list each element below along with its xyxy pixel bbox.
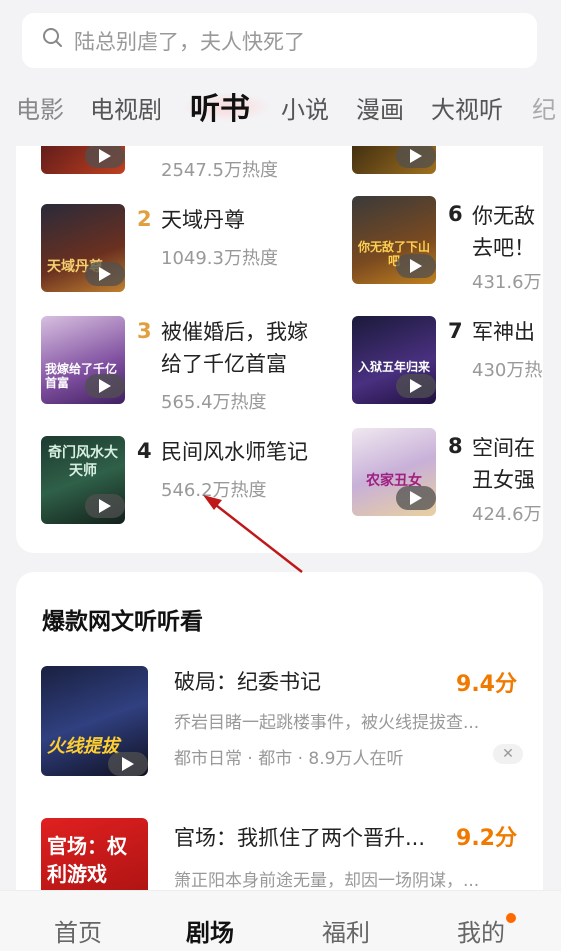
play-icon[interactable]	[85, 374, 125, 398]
play-icon[interactable]	[396, 254, 436, 278]
tab-movie[interactable]: 电影	[16, 90, 64, 125]
cover-title: 奇门风水大天师	[48, 445, 118, 479]
search-icon	[42, 27, 74, 54]
ranking-card: 2547.5万热度 天域丹尊 2 天域丹尊 1049.3万热度 我嫁给了千亿首富…	[16, 146, 543, 553]
play-icon[interactable]	[108, 752, 148, 776]
rank-number: 6	[448, 202, 463, 226]
rank-number: 3	[137, 319, 152, 343]
heat-text: 565.4万热度	[161, 392, 267, 413]
rank-item-3[interactable]: 我嫁给了千亿首富 3 被催婚后，我嫁 给了千亿首富 565.4万热度	[41, 316, 341, 413]
tab-novel[interactable]: 小说	[281, 90, 329, 125]
play-icon[interactable]	[85, 146, 125, 168]
play-icon[interactable]	[396, 374, 436, 398]
rank-title: 天域丹尊	[161, 208, 245, 232]
cover-title: 入狱五年归来	[357, 360, 430, 374]
nav-mine[interactable]: 我的	[457, 913, 505, 948]
play-icon[interactable]	[85, 494, 125, 518]
rank-item-4[interactable]: 奇门风水大天师 4 民间风水师笔记 546.2万热度	[41, 436, 341, 526]
book-title: 官场：我抓住了两个晋升...	[174, 826, 426, 850]
heat-text: 546.2万热度	[161, 480, 267, 501]
search-input[interactable]: 陆总别虐了，夫人快死了	[74, 26, 305, 56]
rank-number: 7	[448, 319, 463, 343]
book-cover	[41, 146, 125, 174]
rank-number: 2	[137, 207, 152, 231]
cover-title: 官场：权利游戏	[47, 834, 127, 886]
section-title: 爆款网文听听看	[42, 609, 203, 635]
heat-text: 430万热	[472, 360, 543, 381]
rank-title-line2: 给了千亿首富	[161, 352, 287, 376]
category-tabs: 电影 电视剧 听书 小说 漫画 大视听 纪	[0, 82, 561, 132]
book-title: 破局：纪委书记	[174, 670, 321, 694]
book-cover: 入狱五年归来	[352, 316, 436, 404]
rank-title-line1: 你无敌	[472, 204, 535, 228]
play-icon[interactable]	[396, 146, 436, 168]
book-cover	[352, 146, 436, 174]
rank-item-5[interactable]	[352, 146, 543, 176]
heat-text: 431.6万	[472, 272, 542, 293]
book-cover: 火线提拔	[41, 666, 148, 776]
rank-item-6[interactable]: 你无敌了下山吧 6 你无敌 去吧！ 431.6万	[352, 196, 543, 296]
tab-documentary[interactable]: 纪	[532, 90, 556, 125]
cover-title: 火线提拔	[47, 736, 119, 757]
notification-dot	[506, 913, 516, 923]
tab-tv[interactable]: 电视剧	[90, 90, 162, 125]
book-cover: 奇门风水大天师	[41, 436, 125, 524]
book-score: 9.2分	[456, 826, 517, 851]
rank-item-1[interactable]: 2547.5万热度	[41, 146, 291, 181]
nav-theater[interactable]: 剧场	[186, 913, 234, 948]
play-icon[interactable]	[396, 486, 436, 510]
rank-number: 4	[137, 439, 152, 463]
rank-title: 民间风水师笔记	[161, 440, 308, 464]
heat-text: 424.6万	[472, 504, 542, 525]
rank-number: 8	[448, 434, 463, 458]
book-cover: 农家丑女	[352, 428, 436, 516]
rank-title-line2: 去吧！	[472, 236, 535, 260]
book-cover: 我嫁给了千亿首富	[41, 316, 125, 404]
rank-item-8[interactable]: 农家丑女 8 空间在 丑女强 424.6万	[352, 428, 543, 528]
tab-big-audiovisual[interactable]: 大视听	[431, 90, 503, 125]
tab-audiobook[interactable]: 听书	[190, 84, 250, 128]
close-icon[interactable]: ✕	[493, 744, 523, 764]
rank-item-7[interactable]: 入狱五年归来 7 军神出 430万热	[352, 316, 543, 406]
heat-text: 1049.3万热度	[161, 248, 278, 269]
play-icon[interactable]	[85, 262, 125, 286]
heat-text: 2547.5万热度	[161, 160, 278, 181]
nav-welfare[interactable]: 福利	[322, 913, 370, 948]
book-description: 箫正阳本身前途无量，却因一场阴谋，...	[174, 871, 480, 891]
search-bar[interactable]: 陆总别虐了，夫人快死了	[22, 13, 537, 68]
rank-title: 军神出	[472, 320, 535, 344]
book-meta: 都市日常 · 都市 · 8.9万人在听	[174, 749, 404, 769]
book-cover: 天域丹尊	[41, 204, 125, 292]
bottom-nav: 首页 剧场 福利 我的	[0, 890, 561, 951]
book-score: 9.4分	[456, 672, 517, 697]
rank-title-line1: 被催婚后，我嫁	[161, 320, 308, 344]
book-cover: 你无敌了下山吧	[352, 196, 436, 284]
tab-comic[interactable]: 漫画	[356, 90, 404, 125]
rank-title-line1: 空间在	[472, 436, 535, 460]
nav-home[interactable]: 首页	[54, 913, 102, 948]
book-description: 乔岩目睹一起跳楼事件，被火线提拔查...	[174, 713, 480, 733]
rank-title-line2: 丑女强	[472, 468, 535, 492]
rank-item-2[interactable]: 天域丹尊 2 天域丹尊 1049.3万热度	[41, 204, 341, 294]
